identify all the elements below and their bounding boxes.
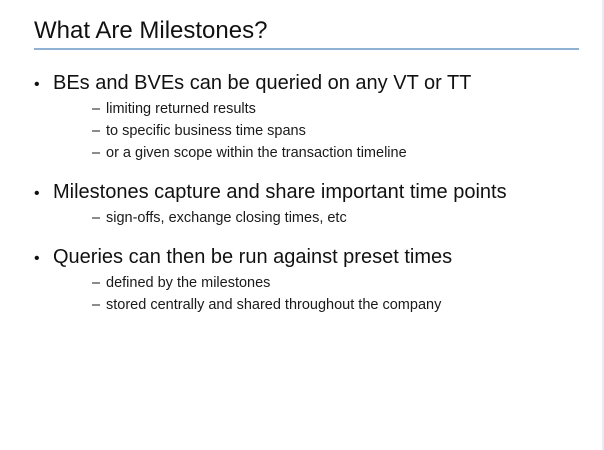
title-underline <box>34 48 579 50</box>
bullet-dot-icon: • <box>34 185 40 202</box>
bullet-dot-icon: • <box>34 250 40 267</box>
dash-icon: – <box>92 297 101 313</box>
dash-icon: – <box>92 101 101 117</box>
sub-bullet-text: defined by the milestones <box>106 275 271 291</box>
sub-bullet-item: – or a given scope within the transactio… <box>92 142 579 164</box>
sub-bullet-text: limiting returned results <box>106 101 256 117</box>
bullet-line: • BEs and BVEs can be queried on any VT … <box>34 70 579 98</box>
bullet-line: • Queries can then be run against preset… <box>34 244 579 272</box>
bullet-text: Milestones capture and share important t… <box>53 181 507 203</box>
bullet-line: • Milestones capture and share important… <box>34 179 579 207</box>
sub-bullet-text: stored centrally and shared throughout t… <box>106 297 442 313</box>
sub-bullet-list: – limiting returned results – to specifi… <box>34 98 579 164</box>
slide-title: What Are Milestones? <box>34 17 268 44</box>
bullet-item: • Milestones capture and share important… <box>34 179 579 229</box>
dash-icon: – <box>92 210 101 226</box>
bullet-item: • Queries can then be run against preset… <box>34 244 579 316</box>
sub-bullet-text: or a given scope within the transaction … <box>106 145 407 161</box>
dash-icon: – <box>92 123 101 139</box>
bullet-dot-icon: • <box>34 76 40 93</box>
sub-bullet-item: – stored centrally and shared throughout… <box>92 294 579 316</box>
bullet-text: BEs and BVEs can be queried on any VT or… <box>53 72 472 94</box>
sub-bullet-item: – limiting returned results <box>92 98 579 120</box>
sub-bullet-item: – defined by the milestones <box>92 272 579 294</box>
bullet-item: • BEs and BVEs can be queried on any VT … <box>34 70 579 164</box>
sub-bullet-list: – defined by the milestones – stored cen… <box>34 272 579 316</box>
bullet-text: Queries can then be run against preset t… <box>53 246 453 268</box>
sub-bullet-text: to specific business time spans <box>106 123 306 139</box>
sub-bullet-list: – sign-offs, exchange closing times, etc <box>34 207 579 229</box>
dash-icon: – <box>92 275 101 291</box>
slide: What Are Milestones? • BEs and BVEs can … <box>0 0 604 450</box>
dash-icon: – <box>92 145 101 161</box>
sub-bullet-item: – to specific business time spans <box>92 120 579 142</box>
sub-bullet-text: sign-offs, exchange closing times, etc <box>106 210 347 226</box>
bullet-list: • BEs and BVEs can be queried on any VT … <box>34 70 579 331</box>
sub-bullet-item: – sign-offs, exchange closing times, etc <box>92 207 579 229</box>
